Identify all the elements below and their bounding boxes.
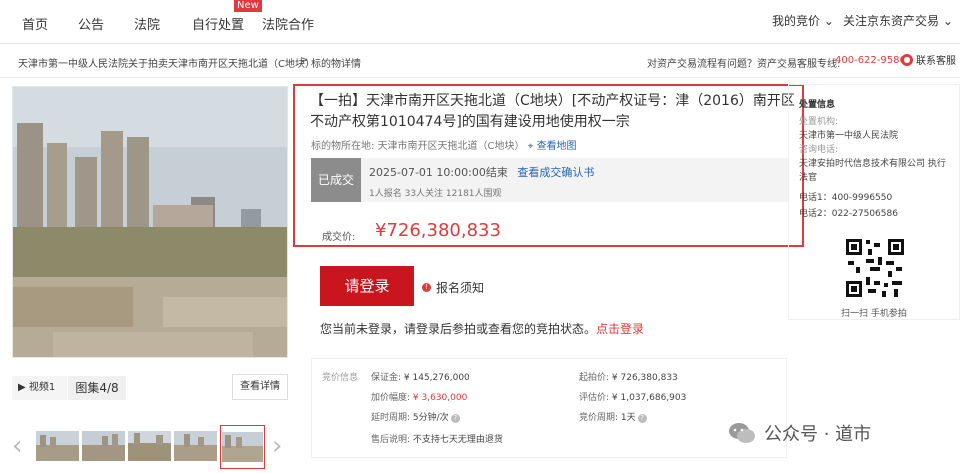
click-login-link[interactable]: 点击登录 — [596, 322, 644, 336]
location-label: 标的物所在地: — [311, 141, 375, 152]
signup-notice-link[interactable]: ! 报名须知 — [422, 279, 484, 296]
lot-summary-highlight: 【一拍】天津市南开区天拖北道（C地块）[不动产权证号：津（2016）南开区不动产… — [293, 84, 804, 247]
disposal-info-panel: 处置信息 处置机构: 天津市第一中级人民法院 咨询电话: 天津安拍时代信息技术有… — [788, 84, 960, 320]
land-photo — [13, 87, 287, 357]
lot-title: 【一拍】天津市南开区天拖北道（C地块）[不动产权证号：津（2016）南开区不动产… — [310, 93, 795, 130]
start-price-value: ¥ 726,380,833 — [611, 373, 678, 383]
thumb-prev-arrow[interactable]: ‹ — [12, 431, 22, 461]
signup-notice-label: 报名须知 — [436, 281, 485, 295]
breadcrumb-separator: > — [300, 55, 309, 66]
my-bids-menu[interactable]: 我的竞价 ⌄ — [772, 12, 834, 29]
auction-status-box: 已成交 2025-07-01 10:00:00结束 查看成交确认书 1人报名 3… — [311, 158, 789, 202]
login-message-text: 您当前未登录，请登录后参拍或查看您的竞拍状态。 — [320, 322, 597, 336]
map-link-label: 查看地图 — [536, 141, 577, 152]
location-value: 天津市南开区天拖北道（C地块） — [377, 141, 525, 152]
hotline-number: 400-622-9586 — [835, 55, 906, 66]
increment: 加价幅度: ¥ 3,630,000 — [371, 390, 467, 403]
nav-announcement[interactable]: 公告 — [78, 14, 104, 33]
delay-value: 5分钟/次 — [412, 413, 449, 423]
breadcrumb-bar: 天津市第一中级人民法院关于拍卖天津市南开区天拖北道（C地块） > 标的物详情 对… — [0, 44, 960, 78]
appraisal-value: ¥ 1,037,686,903 — [611, 393, 687, 403]
start-price-label: 起拍价: — [579, 373, 610, 383]
aftersale-label: 售后说明: — [371, 435, 411, 445]
org-value: 天津市第一中级人民法院 — [799, 131, 899, 141]
breadcrumb-announcement[interactable]: 天津市第一中级人民法院关于拍卖天津市南开区天拖北道（C地块） — [18, 55, 315, 70]
aftersale: 售后说明: 不支持七天无理由退货 — [371, 432, 503, 445]
login-button[interactable]: 请登录 — [320, 266, 414, 306]
bid-info-label: 竞价信息 — [322, 373, 359, 383]
phone-2: 电话2：022-27506586 — [799, 209, 898, 219]
cycle-label: 竞价周期: — [579, 413, 619, 423]
map-link[interactable]: ⌖ 查看地图 — [528, 141, 577, 152]
bid-cycle: 竞价周期: 1天? — [579, 410, 647, 423]
thumbnail-active[interactable] — [220, 425, 265, 469]
lot-location: 标的物所在地: 天津市南开区天拖北道（C地块） ⌖ 查看地图 — [311, 137, 577, 152]
follow-jd-menu[interactable]: 关注京东资产交易 ⌄ — [843, 12, 953, 29]
participation-counts: 1人报名 33人关注 12181人围观 — [369, 189, 502, 199]
hotline-prefix: 对资产交易流程有问题？资产交易客服专线: — [647, 59, 841, 70]
delay-period: 延时周期: 5分钟/次? — [371, 410, 460, 423]
thumbnail[interactable] — [174, 431, 217, 461]
aftersale-value: 不支持七天无理由退货 — [412, 435, 503, 445]
end-time: 2025-07-01 10:00:00结束 查看成交确认书 — [369, 164, 594, 180]
watermark-text: 公众号 · 道市 — [764, 424, 872, 445]
thumbnail-strip: ‹ › — [10, 423, 290, 469]
thumbnail[interactable] — [36, 431, 79, 461]
main-photo[interactable] — [12, 86, 288, 358]
appraisal-label: 评估价: — [579, 393, 610, 403]
thumb-next-arrow[interactable]: › — [272, 431, 282, 461]
help-icon[interactable]: ? — [637, 414, 647, 423]
wechat-watermark: 公众号 · 道市 — [728, 420, 871, 446]
thumbnail[interactable] — [128, 431, 171, 461]
login-message: 您当前未登录，请登录后参拍或查看您的竞拍状态。点击登录 — [320, 320, 644, 337]
delay-label: 延时周期: — [371, 413, 411, 423]
org-label: 处置机构: — [799, 117, 839, 127]
thumbnail[interactable] — [82, 431, 125, 461]
status-badge: 已成交 — [311, 158, 361, 202]
start-price: 起拍价: ¥ 726,380,833 — [579, 370, 678, 383]
gallery-tab[interactable]: 图集4/8 — [68, 376, 126, 400]
deposit: 保证金: ¥ 145,276,000 — [371, 370, 470, 383]
confirmation-link[interactable]: 查看成交确认书 — [517, 166, 594, 179]
top-nav: 首页 公告 法院 自行处置 New 法院合作 我的竞价 ⌄ 关注京东资产交易 ⌄ — [0, 0, 960, 44]
phone-1: 电话1：400-9996550 — [799, 193, 893, 203]
deal-price: ¥726,380,833 — [375, 220, 501, 241]
deal-price-label: 成交价: — [322, 232, 356, 243]
deposit-label: 保证金: — [371, 373, 402, 383]
qr-caption: 扫一扫 手机参拍 — [841, 309, 907, 319]
breadcrumb-current: 标的物详情 — [311, 59, 361, 70]
qr-code — [844, 237, 906, 299]
contact-service-link[interactable]: ● 联系客服 — [901, 52, 956, 67]
info-icon: ! — [422, 283, 431, 292]
bid-info-panel: 竞价信息 保证金: ¥ 145,276,000 起拍价: ¥ 726,380,8… — [311, 358, 787, 458]
deposit-value: ¥ 145,276,000 — [403, 373, 470, 383]
nav-home[interactable]: 首页 — [22, 14, 48, 33]
appraisal: 评估价: ¥ 1,037,686,903 — [579, 390, 686, 403]
nav-court-cooperation[interactable]: 法院合作 — [262, 14, 314, 33]
service-icon: ● — [901, 53, 913, 66]
disposal-title: 处置信息 — [799, 100, 836, 110]
wechat-icon — [729, 423, 755, 443]
consult-label: 咨询电话: — [799, 145, 839, 155]
cycle-value: 1天 — [620, 413, 636, 423]
video-tab[interactable]: ▶ 视频1 — [12, 376, 67, 400]
nav-self-disposal[interactable]: 自行处置 — [192, 14, 244, 33]
contact-service-label: 联系客服 — [916, 56, 956, 67]
new-badge: New — [234, 0, 262, 12]
nav-court[interactable]: 法院 — [134, 14, 160, 33]
view-detail-button[interactable]: 查看详情 — [232, 374, 288, 400]
help-icon[interactable]: ? — [450, 414, 460, 423]
increment-value: ¥ 3,630,000 — [412, 393, 468, 403]
consult-value: 天津安拍时代信息技术有限公司 执行法官 — [799, 159, 946, 183]
map-pin-icon: ⌖ — [527, 141, 534, 152]
increment-label: 加价幅度: — [371, 393, 411, 403]
end-time-text: 2025-07-01 10:00:00结束 — [369, 166, 508, 179]
